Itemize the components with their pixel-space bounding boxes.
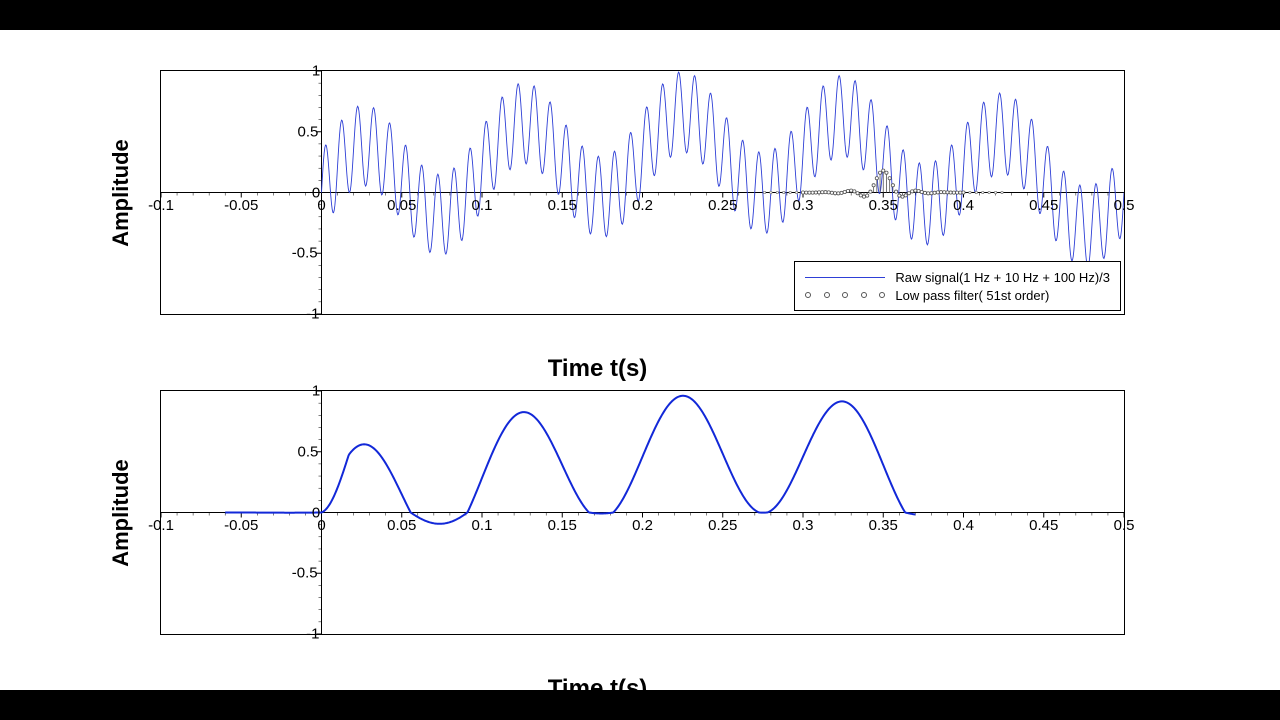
chart1-legend: Raw signal(1 Hz + 10 Hz + 100 Hz)/3 Low … — [794, 261, 1121, 311]
chart-1: Amplitude Raw signal(1 Hz + 10 Hz + 100 … — [70, 70, 1125, 315]
ytick-label: -1 — [306, 306, 319, 323]
chart1-ylabel: Amplitude — [108, 139, 134, 247]
ytick-label: 1 — [312, 383, 320, 400]
xtick-label: -0.05 — [224, 197, 258, 214]
chart-2: Amplitude -0.1 -0.05 0 0.05 0.1 0.15 0.2 0.25 0.… — [70, 390, 1125, 635]
ytick-label: 0.5 — [297, 123, 318, 140]
chart2-plot: -0.1-0.0500.050.10.150.20.250.30.350.40.… — [160, 390, 1125, 635]
series-filtered-signal — [225, 396, 915, 524]
chart1-plot: Raw signal(1 Hz + 10 Hz + 100 Hz)/3 Low … — [160, 70, 1125, 315]
xtick-label: 0.4 — [953, 197, 974, 214]
xtick-label: -0.1 — [148, 197, 174, 214]
xtick-label: 0.05 — [387, 517, 416, 534]
xtick-label: 0.45 — [1029, 197, 1058, 214]
ytick-label: 1 — [312, 63, 320, 80]
chart2-xlabel: Time t(s) — [70, 675, 1125, 703]
ytick-label: 0 — [312, 184, 320, 201]
xtick-label: 0.1 — [472, 197, 493, 214]
xtick-label: 0.15 — [548, 197, 577, 214]
chart1-xlabel: Time t(s) — [70, 355, 1125, 383]
xtick-label: 0.2 — [632, 197, 653, 214]
ytick-label: -1 — [306, 626, 319, 643]
xtick-label: 0.1 — [472, 517, 493, 534]
xtick-label: 0.25 — [708, 517, 737, 534]
xtick-label: -0.1 — [148, 517, 174, 534]
xtick-label: 0.05 — [387, 197, 416, 214]
legend-row-raw: Raw signal(1 Hz + 10 Hz + 100 Hz)/3 — [805, 268, 1110, 286]
ytick-label: 0 — [312, 504, 320, 521]
xtick-label: 0.3 — [793, 197, 814, 214]
legend-swatch-line — [805, 271, 885, 283]
xtick-label: 0.15 — [548, 517, 577, 534]
legend-swatch-dots — [805, 289, 885, 301]
xtick-label: 0.25 — [708, 197, 737, 214]
xtick-label: 0.3 — [793, 517, 814, 534]
xtick-label: 0.35 — [869, 517, 898, 534]
ytick-label: 0.5 — [297, 443, 318, 460]
page-canvas: Amplitude Raw signal(1 Hz + 10 Hz + 100 … — [0, 30, 1280, 690]
xtick-label: 0.35 — [869, 197, 898, 214]
legend-label-filter: Low pass filter( 51st order) — [895, 288, 1049, 303]
legend-label-raw: Raw signal(1 Hz + 10 Hz + 100 Hz)/3 — [895, 270, 1110, 285]
xtick-label: 0.5 — [1114, 197, 1135, 214]
chart2-svg — [161, 391, 1124, 634]
ytick-label: -0.5 — [292, 245, 318, 262]
ytick-label: -0.5 — [292, 565, 318, 582]
legend-row-filter: Low pass filter( 51st order) — [805, 286, 1110, 304]
xtick-label: 0.4 — [953, 517, 974, 534]
xtick-label: 0.5 — [1114, 517, 1135, 534]
xtick-label: 0.2 — [632, 517, 653, 534]
xtick-label: 0.45 — [1029, 517, 1058, 534]
series-raw-signal — [322, 72, 1125, 267]
chart2-ylabel: Amplitude — [108, 459, 134, 567]
xtick-label: -0.05 — [224, 517, 258, 534]
